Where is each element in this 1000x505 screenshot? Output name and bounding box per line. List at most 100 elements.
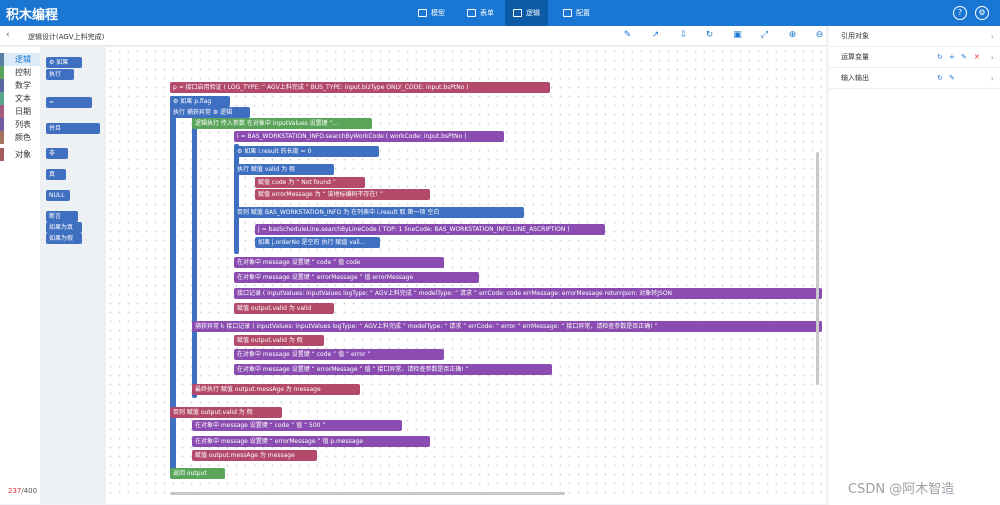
block-assign-error-message[interactable]: 赋值 errorMessage 为 “ 该地标编码不存在! ”	[255, 189, 430, 200]
block-catch-log-record[interactable]: 捕获异常 k 接口记录 ( inputValues: inputValues l…	[192, 321, 822, 332]
block-assign-code[interactable]: 赋值 code 为 “ Not found ”	[255, 177, 365, 188]
flyout-if-block[interactable]: ⚙ 如果	[46, 57, 82, 68]
flyout-null-block[interactable]: NULL	[46, 190, 70, 201]
category-color[interactable]: 颜色	[0, 131, 40, 144]
tab-label: 逻辑	[526, 9, 540, 17]
edit-icon[interactable]: ✎	[949, 75, 956, 82]
category-control[interactable]: 控制	[0, 66, 40, 79]
back-button[interactable]: ‹	[6, 30, 10, 40]
block-else-assign-message[interactable]: 赋值 output.messAge 为 message	[192, 450, 317, 461]
tab-model[interactable]: 模型	[410, 0, 453, 26]
block-canvas[interactable]: p = 接口启用验证 ( LOG_TYPE: “ AGV上料完成 ” BUS_T…	[106, 47, 822, 494]
category-label: 日期	[15, 107, 31, 116]
zoom-out-icon[interactable]: ⊖	[815, 31, 824, 40]
tab-label: 表单	[480, 9, 494, 17]
flyout-true-block[interactable]: 真	[46, 169, 66, 180]
top-navigation-bar: 积木编程 模型 表单 逻辑 配置 ? ⚙	[0, 0, 1000, 26]
block-if-flag[interactable]: ⚙ 如果 p.flag	[170, 96, 230, 107]
tab-config[interactable]: 配置	[555, 0, 598, 26]
block-assign-output-valid[interactable]: 赋值 output.valid 为 valid	[234, 303, 334, 314]
category-label: 逻辑	[15, 55, 31, 64]
panel-label: 引用对象	[841, 32, 869, 40]
flyout-and-block[interactable]: 并且	[46, 123, 100, 134]
block-count-total: /400	[21, 487, 38, 495]
help-icon[interactable]: ?	[953, 6, 967, 20]
block-try[interactable]: 执行 捕获异常 ⚙ 逻辑	[170, 107, 250, 118]
block-else-set-error-message[interactable]: 在对象中 message 设置键 “ errorMessage ” 值 p.me…	[192, 436, 430, 447]
vertical-scrollbar[interactable]	[816, 152, 819, 385]
refresh-icon[interactable]: ↻	[705, 31, 714, 40]
block-flyout: ⚙ 如果 执行 = 并且 非 真 NULL 断言 如果为真 如果为假	[40, 47, 106, 504]
panel-referenced-objects[interactable]: 引用对象 ›	[829, 26, 1000, 47]
edit-icon[interactable]: ✎	[961, 54, 968, 61]
block-set-code[interactable]: 在对象中 message 设置键 “ code ” 值 code	[234, 257, 444, 268]
block-else-assign-valid[interactable]: 否则 赋值 output.valid 为 假	[170, 407, 282, 418]
breadcrumb: 逻辑设计(AGV上料完成)	[28, 33, 105, 41]
block-else-set-code[interactable]: 在对象中 message 设置键 “ code ” 值 “ 500 ”	[192, 420, 402, 431]
delete-icon[interactable]: ✕	[974, 54, 981, 61]
chevron-right-icon[interactable]: ›	[991, 47, 994, 68]
refresh-icon[interactable]: ↻	[937, 54, 944, 61]
block-log-record[interactable]: 接口记录 ( inputValues: inputValues logType:…	[234, 288, 822, 299]
category-label: 颜色	[15, 133, 31, 142]
block-if-order-empty[interactable]: 如果 j.orderNo 是空的 执行 赋值 vali...	[255, 237, 380, 248]
settings-icon[interactable]: ⚙	[975, 6, 989, 20]
flyout-do-block[interactable]: 执行	[46, 69, 74, 80]
category-toolbox: 逻辑 控制 数学 文本 日期 列表 颜色 对象	[0, 53, 40, 161]
refresh-icon[interactable]: ↻	[937, 75, 944, 82]
block-set-error-message[interactable]: 在对象中 message 设置键 “ errorMessage ” 值 erro…	[234, 272, 479, 283]
app-title: 积木编程	[6, 8, 59, 23]
chevron-right-icon[interactable]: ›	[991, 26, 994, 47]
tab-form[interactable]: 表单	[459, 0, 502, 26]
edit-icon[interactable]: ✎	[623, 31, 632, 40]
block-finally-assign-message[interactable]: 最终执行 赋值 output.messAge 为 message	[192, 384, 360, 395]
tab-label: 配置	[576, 9, 590, 17]
block-api-validate[interactable]: p = 接口启用验证 ( LOG_TYPE: “ AGV上料完成 ” BUS_T…	[170, 82, 550, 93]
import-icon[interactable]: ⇩	[679, 31, 688, 40]
logic-icon	[513, 9, 522, 17]
category-logic[interactable]: 逻辑	[0, 53, 40, 66]
watermark: CSDN @阿木智造	[848, 482, 955, 497]
category-text[interactable]: 文本	[0, 92, 40, 105]
block-assign-valid[interactable]: 执行 赋值 valid 为 假	[234, 164, 334, 175]
chevron-right-icon[interactable]: ›	[991, 68, 994, 89]
flyout-ternary-true[interactable]: 如果为真	[46, 222, 82, 233]
tab-logic[interactable]: 逻辑	[505, 0, 548, 26]
block-search-line[interactable]: j = basScheduleLine.searchByLineCode ( T…	[255, 224, 605, 235]
block-counter: 237/400	[8, 487, 37, 495]
panel-label: 输入输出	[841, 74, 869, 82]
zoom-in-icon[interactable]: ⊕	[788, 31, 797, 40]
fit-icon[interactable]: ⤢	[760, 31, 769, 40]
block-catch-assign-valid[interactable]: 赋值 output.valid 为 假	[234, 335, 324, 346]
flyout-not-block[interactable]: 非	[46, 148, 68, 159]
block-search-workcode[interactable]: i = BAS_WORKSTATION_INFO.searchByWorkCod…	[234, 131, 504, 142]
panel-variables[interactable]: 运算变量 ↻ + ✎ ✕ ›	[829, 47, 1000, 68]
panel-input-output[interactable]: 输入输出 ↻ ✎ ›	[829, 68, 1000, 89]
blockly-workspace: 逻辑 控制 数学 文本 日期 列表 颜色 对象 ⚙ 如果 执行 = 并且 非 真…	[0, 47, 826, 504]
editor-toolbar: ‹ 逻辑设计(AGV上料完成) ✎ ↗ ⇩ ↻ ▣ ⤢ ⊕ ⊖	[0, 26, 826, 46]
block-set-input-values[interactable]: 逻辑执行 传入参数 在对象中 inputValues 设置键 “...	[192, 118, 372, 129]
block-catch-set-code[interactable]: 在对象中 message 设置键 “ code ” 值 “ error ”	[234, 349, 444, 360]
save-icon[interactable]: ▣	[733, 31, 742, 40]
category-object[interactable]: 对象	[0, 148, 40, 161]
category-label: 列表	[15, 120, 31, 129]
block-return-output[interactable]: 返回 output	[170, 468, 225, 479]
flyout-ternary-false[interactable]: 如果为假	[46, 233, 82, 244]
try-block-rail	[192, 108, 197, 398]
export-icon[interactable]: ↗	[651, 31, 660, 40]
block-catch-set-error-message[interactable]: 在对象中 message 设置键 “ errorMessage ” 值 “ 接口…	[234, 364, 552, 375]
inner-if-rail	[234, 144, 239, 254]
block-else-workstation[interactable]: 否则 赋值 BAS_WORKSTATION_INFO 为 在列表中 i.resu…	[234, 207, 524, 218]
block-if-result-length[interactable]: ⚙ 如果 i.result 的长度 = 0	[234, 146, 379, 157]
tab-label: 模型	[431, 9, 445, 17]
category-label: 文本	[15, 94, 31, 103]
flyout-ternary-block[interactable]: 断言	[46, 211, 78, 222]
flyout-compare-block[interactable]: =	[46, 97, 92, 108]
add-icon[interactable]: +	[949, 54, 956, 61]
category-list[interactable]: 列表	[0, 118, 40, 131]
category-label: 对象	[15, 150, 31, 159]
category-date[interactable]: 日期	[0, 105, 40, 118]
horizontal-scrollbar[interactable]	[170, 492, 565, 495]
category-math[interactable]: 数学	[0, 79, 40, 92]
form-icon	[467, 9, 476, 17]
